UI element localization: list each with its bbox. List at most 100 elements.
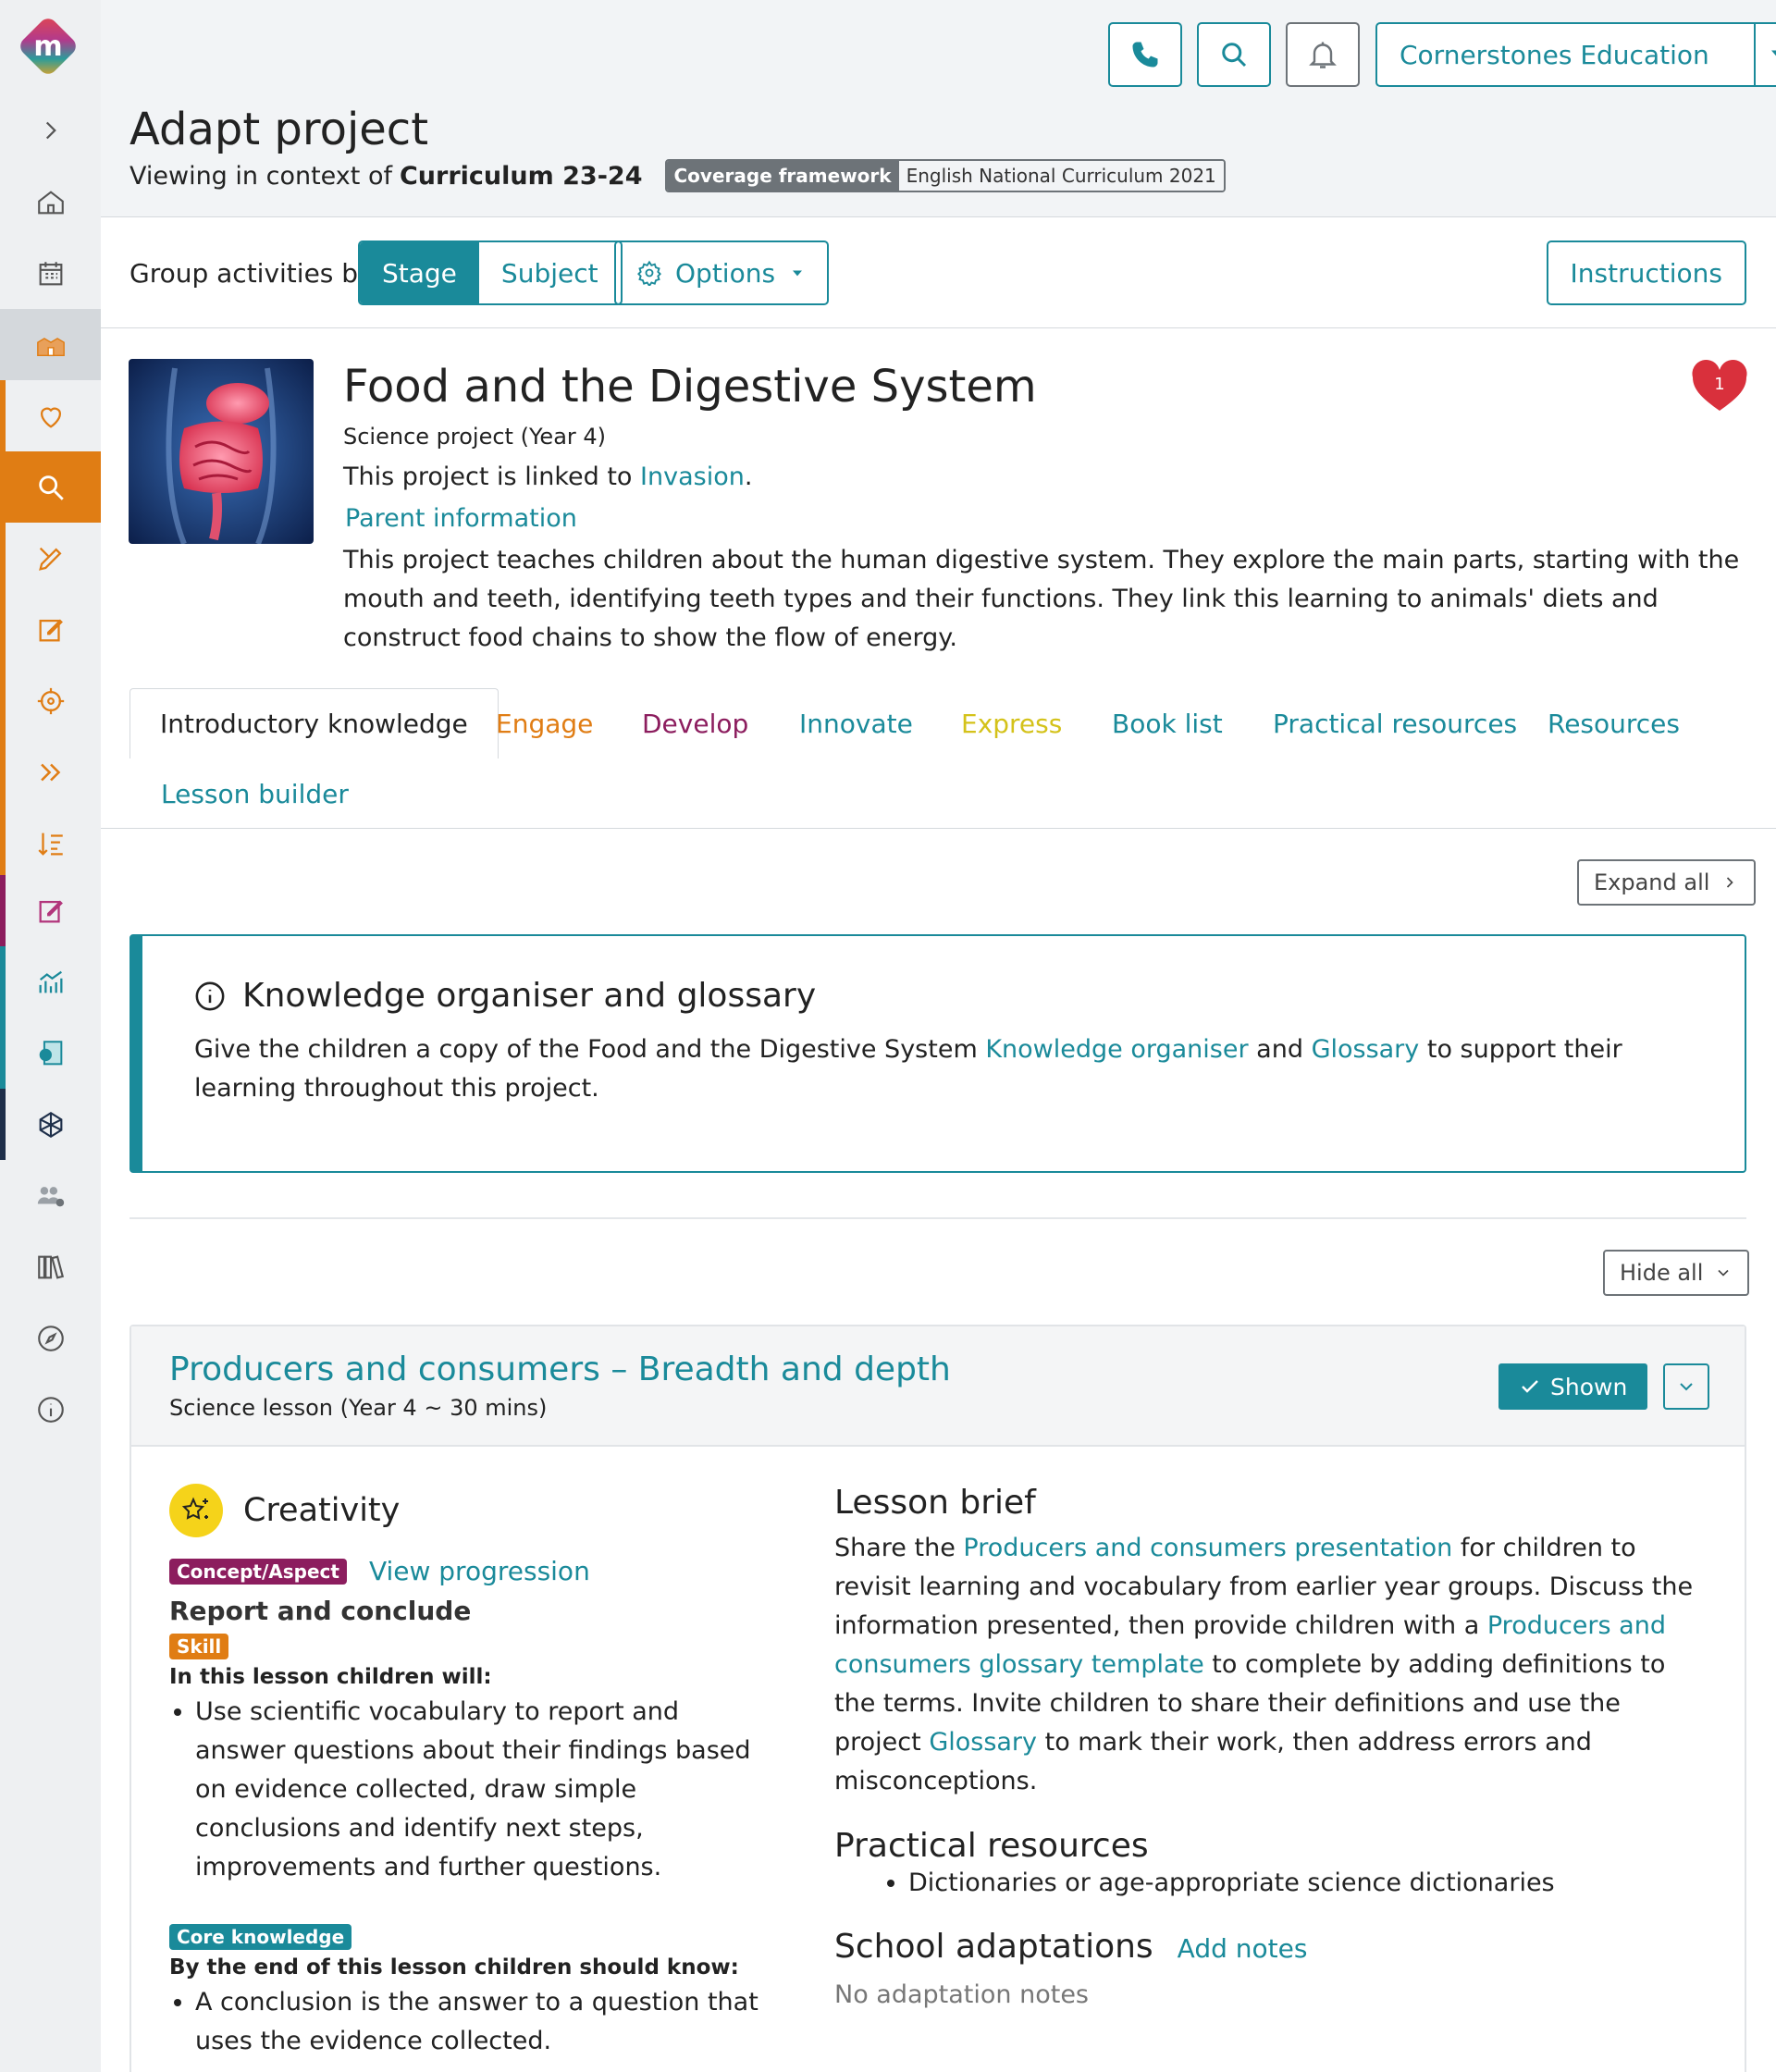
hide-all-button[interactable]: Hide all [1603,1250,1750,1296]
users-settings-icon[interactable] [0,1160,101,1231]
shown-toggle-button[interactable]: Shown [1498,1363,1648,1410]
stage-toggle-button[interactable]: Stage [360,242,479,303]
project-description: This project teaches children about the … [343,546,1740,652]
practical-resources-title: Practical resources [834,1827,1149,1865]
library-icon[interactable] [0,1231,101,1302]
search-nav-icon[interactable] [0,451,101,523]
sort-list-icon[interactable] [0,808,101,879]
knowledge-organiser-title: Knowledge organiser and glossary [242,977,817,1015]
tab-lesson-builder[interactable]: Lesson builder [161,758,349,829]
design-tools-icon[interactable] [0,523,101,594]
network-icon[interactable] [0,1089,101,1160]
target-icon[interactable] [0,665,101,736]
view-progression-link[interactable]: View progression [369,1556,590,1586]
presentation-link[interactable]: Producers and consumers presentation [963,1534,1452,1562]
coverage-value: English National Curriculum 2021 [898,161,1224,191]
add-notes-link[interactable]: Add notes [1178,1933,1308,1964]
group-by-label: Group activities by [130,258,374,289]
sidebar: m [0,0,101,2072]
practical-resources-list: Dictionaries or age-appropriate science … [834,1865,1713,1902]
no-adaptation-notes: No adaptation notes [834,1980,1089,2009]
project-image [129,359,314,544]
tab-innovate[interactable]: Innovate [799,688,913,758]
home-icon[interactable] [0,166,101,238]
know-list: A conclusion is the answer to a question… [169,1983,771,2061]
parent-information-link[interactable]: Parent information [345,504,577,533]
knowledge-text-part: Give the children a copy of the Food and… [194,1035,978,1064]
tab-develop[interactable]: Develop [642,688,748,758]
context-prefix: Viewing in context of [130,161,392,191]
school-adaptations-heading: School adaptations Add notes [834,1928,1713,1966]
organisation-button[interactable]: Cornerstones Education [1375,22,1756,87]
caret-down-icon [793,270,803,277]
list-item: A conclusion is the answer to a question… [195,1983,771,2061]
double-chevron-icon[interactable] [0,736,101,808]
group-toolbar: Group activities by Stage Subject Option… [101,217,1776,328]
search-icon [1222,43,1247,68]
lesson-brief-column: Lesson brief Share the Producers and con… [834,1484,1713,2009]
group-by-toggle: Stage Subject [358,240,623,305]
chevron-right-icon [1727,877,1734,888]
lesson-brief-text: Share the Producers and consumers presen… [834,1529,1713,1801]
linked-project-line: This project is linked to Invasion. [343,462,752,491]
tab-express[interactable]: Express [961,688,1062,758]
notifications-button[interactable] [1286,22,1360,87]
heart-icon[interactable] [0,380,101,451]
glossary-link[interactable]: Glossary [1312,1035,1420,1064]
know-heading: By the end of this lesson children shoul… [169,1955,739,1980]
write-icon[interactable] [0,875,101,946]
gear-icon [637,260,661,286]
will-list: Use scientific vocabulary to report and … [169,1693,771,1887]
favourite-count: 1 [1714,375,1724,394]
organisation-dropdown-button[interactable] [1754,22,1776,87]
knowledge-organiser-panel: Knowledge organiser and glossary Give th… [130,934,1746,1173]
project-subtitle: Science project (Year 4) [343,424,607,450]
lesson-card: Producers and consumers – Breadth and de… [130,1325,1746,2072]
lesson-expand-button[interactable] [1663,1363,1709,1410]
calendar-icon[interactable] [0,238,101,309]
tab-practical-resources[interactable]: Practical resources [1273,688,1517,758]
caret-down-icon [1770,50,1776,56]
lesson-title-link[interactable]: Producers and consumers – Breadth and de… [169,1350,951,1388]
expand-sidebar-icon[interactable] [0,94,101,166]
brief-text-part: Share the [834,1534,956,1562]
info-nav-icon[interactable] [0,1374,101,1445]
coverage-framework-badge: Coverage framework English National Curr… [664,159,1226,192]
favourite-button[interactable]: 1 [1691,359,1748,414]
location-document-icon[interactable] [0,1018,101,1089]
strand-title: Creativity [243,1492,401,1529]
app-logo[interactable]: m [15,13,81,80]
linked-project-link[interactable]: Invasion [640,462,745,491]
chevron-down-icon [1718,1269,1729,1276]
chevron-down-icon [1680,1383,1693,1391]
section-divider [130,1217,1746,1219]
school-icon[interactable] [0,309,101,380]
linked-suffix: . [744,462,753,491]
tab-introductory-knowledge[interactable]: Introductory knowledge [130,688,499,758]
edit-icon[interactable] [0,594,101,665]
will-heading: In this lesson children will: [169,1665,492,1689]
project-glossary-link[interactable]: Glossary [929,1728,1037,1757]
tab-book-list[interactable]: Book list [1112,688,1223,758]
compass-icon[interactable] [0,1302,101,1374]
knowledge-organiser-link[interactable]: Knowledge organiser [985,1035,1248,1064]
phone-icon [1132,42,1158,68]
instructions-button[interactable]: Instructions [1546,240,1746,305]
context-line: Viewing in context of Curriculum 23-24 C… [130,159,1226,192]
creativity-icon [169,1484,223,1537]
project-title: Food and the Digestive System [343,361,1037,413]
expand-all-label: Expand all [1594,870,1710,895]
tab-resources[interactable]: Resources [1548,688,1680,758]
coverage-key: Coverage framework [666,161,899,191]
concept-badge: Concept/Aspect [169,1558,347,1585]
analytics-icon[interactable] [0,946,101,1018]
info-icon [195,981,225,1010]
search-button[interactable] [1197,22,1271,87]
subject-toggle-button[interactable]: Subject [479,242,621,303]
options-button[interactable]: Options [614,240,830,305]
phone-button[interactable] [1108,22,1182,87]
tab-engage[interactable]: Engage [496,688,593,758]
strand-heading: Creativity [169,1484,771,1537]
expand-all-button[interactable]: Expand all [1577,859,1757,906]
svg-text:m: m [33,31,62,63]
